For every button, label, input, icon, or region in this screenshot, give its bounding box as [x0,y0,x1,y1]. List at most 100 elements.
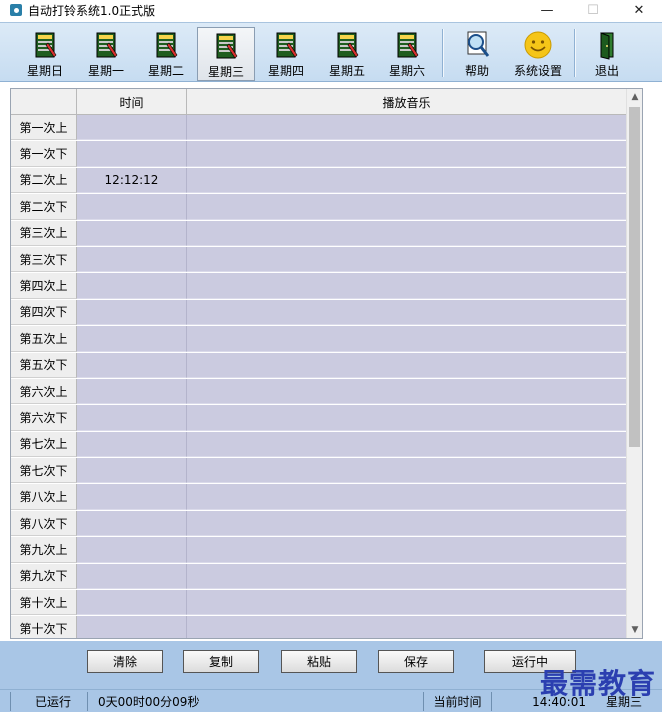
schedule-note-icon [337,32,359,58]
paste-button[interactable]: 粘贴 [281,650,357,673]
table-row: 第二次下 [11,194,627,221]
music-cell[interactable] [187,563,627,590]
settings-label: 系统设置 [513,64,562,78]
time-cell[interactable] [77,616,187,638]
tab-saturday[interactable]: 星期六 [378,27,436,81]
tab-wednesday[interactable]: 星期三 [197,27,255,81]
music-cell[interactable] [187,484,627,510]
music-cell[interactable] [187,405,627,431]
row-label: 第七次下 [11,458,77,484]
table-row: 第六次下 [11,405,627,432]
time-cell[interactable] [77,537,187,563]
table-row: 第五次上 [11,326,627,353]
tab-tuesday[interactable]: 星期二 [137,27,195,81]
time-cell[interactable] [77,273,187,299]
maximize-button[interactable]: ☐ [570,0,616,20]
row-label: 第六次上 [11,378,77,405]
music-cell[interactable] [187,220,627,246]
schedule-grid: 时间 播放音乐 第一次上 第一次下 第二次上 12:12:12 第二次下 第三次上 第三次下… [10,88,643,639]
music-cell[interactable] [187,352,627,378]
tab-label: 星期日 [26,64,63,78]
time-cell[interactable] [77,431,187,458]
music-cell[interactable] [187,167,627,194]
time-cell[interactable] [77,141,187,167]
table-row: 第一次上 [11,115,627,142]
music-cell[interactable] [187,326,627,352]
time-cell[interactable] [77,326,187,352]
music-cell[interactable] [187,115,627,141]
schedule-note-icon [216,33,238,59]
music-cell[interactable] [187,590,627,616]
close-button[interactable]: ✕ [616,0,662,20]
time-cell[interactable] [77,563,187,590]
music-cell[interactable] [187,299,627,326]
exit-door-icon [600,32,614,60]
table-row: 第九次上 [11,537,627,564]
minimize-button[interactable]: — [524,0,570,20]
schedule-note-icon [35,32,57,58]
time-cell[interactable] [77,352,187,378]
exit-button[interactable]: 退出 [578,27,636,81]
toolbar-separator [574,29,576,77]
row-label: 第九次上 [11,537,77,563]
music-cell[interactable] [187,246,627,273]
settings-button[interactable]: 系统设置 [507,27,569,81]
magnifier-help-icon [467,31,490,57]
help-label: 帮助 [464,64,489,78]
tab-label: 星期四 [267,64,304,78]
time-cell[interactable] [77,484,187,510]
current-time-label: 当前时间 [424,692,492,711]
time-cell[interactable] [77,378,187,405]
tab-monday[interactable]: 星期一 [77,27,135,81]
row-label: 第三次上 [11,220,77,246]
music-cell[interactable] [187,194,627,220]
scroll-thumb[interactable] [629,107,640,447]
watermark-logo: 最需教育 [539,667,656,700]
copy-button[interactable]: 复制 [183,650,259,673]
row-label: 第八次下 [11,510,77,537]
scroll-down-arrow-icon[interactable]: ▼ [627,622,642,638]
vertical-scrollbar[interactable]: ▲ ▼ [626,89,642,638]
time-cell[interactable] [77,220,187,246]
music-cell[interactable] [187,616,627,638]
time-cell[interactable] [77,458,187,484]
music-cell[interactable] [187,431,627,458]
table-row: 第四次下 [11,299,627,327]
row-label: 第二次上 [11,167,77,194]
scroll-up-arrow-icon[interactable]: ▲ [627,89,642,105]
row-label: 第八次上 [11,484,77,510]
time-cell[interactable]: 12:12:12 [77,167,187,194]
row-label: 第三次下 [11,246,77,273]
table-row: 第七次下 [11,458,627,485]
clear-button[interactable]: 清除 [87,650,163,673]
row-label: 第一次下 [11,141,77,167]
music-cell[interactable] [187,458,627,484]
table-row: 第一次下 [11,141,627,168]
tab-thursday[interactable]: 星期四 [257,27,315,81]
row-label: 第四次下 [11,299,77,326]
music-cell[interactable] [187,537,627,563]
help-button[interactable]: 帮助 [448,27,506,81]
time-cell[interactable] [77,194,187,220]
header-music: 播放音乐 [187,89,627,115]
table-row: 第五次下 [11,352,627,379]
music-cell[interactable] [187,141,627,167]
schedule-note-icon [96,32,118,58]
tab-label: 星期二 [147,64,184,78]
time-cell[interactable] [77,246,187,273]
save-button[interactable]: 保存 [378,650,454,673]
time-cell[interactable] [77,405,187,431]
table-row: 第三次上 [11,220,627,247]
schedule-note-icon [276,32,298,58]
music-cell[interactable] [187,273,627,299]
music-cell[interactable] [187,510,627,537]
time-cell[interactable] [77,299,187,326]
table-row: 第八次上 [11,484,627,511]
tab-sunday[interactable]: 星期日 [16,27,74,81]
tab-friday[interactable]: 星期五 [318,27,376,81]
row-label: 第七次上 [11,431,77,458]
time-cell[interactable] [77,115,187,141]
music-cell[interactable] [187,378,627,405]
time-cell[interactable] [77,510,187,537]
time-cell[interactable] [77,590,187,616]
